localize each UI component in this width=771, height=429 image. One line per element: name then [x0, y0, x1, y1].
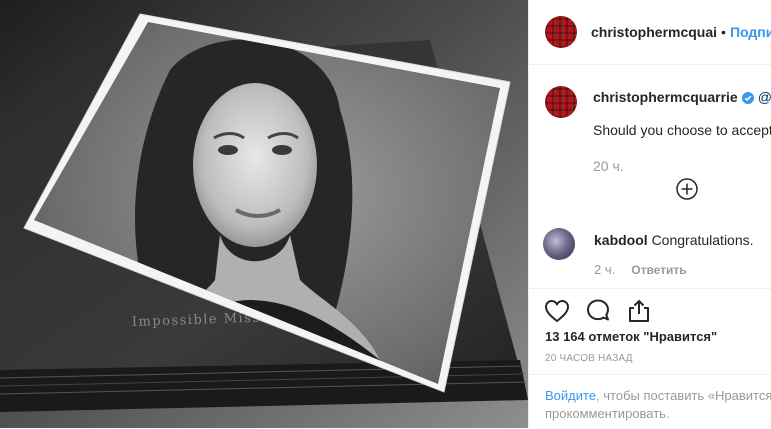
commenter-avatar[interactable] [543, 228, 575, 260]
follow-button[interactable]: Подписа [730, 24, 771, 40]
post-photo[interactable]: Impossible Mission For [0, 0, 528, 428]
author-username[interactable]: christophermcquai [591, 24, 717, 40]
comment-username[interactable]: kabdool [594, 232, 648, 248]
photo-canvas: Impossible Mission For [0, 0, 528, 428]
verified-badge-icon [741, 91, 754, 104]
login-prompt: Войдите, чтобы поставить «Нравится» прок… [529, 374, 771, 429]
reply-button[interactable]: Ответить [631, 263, 686, 277]
comment-icon[interactable] [584, 297, 612, 325]
comment-time[interactable]: 2 ч. [594, 262, 615, 277]
heart-icon[interactable] [543, 297, 571, 325]
login-link[interactable]: Войдите [545, 388, 596, 403]
post-actions: 13 164 отметок "Нравится" 20 ЧАСОВ НАЗАД [529, 288, 771, 364]
login-text: , чтобы поставить «Нравится» [596, 388, 771, 403]
load-more-icon[interactable] [675, 177, 699, 201]
post-sidebar: christophermcquai • Подписа christopherm… [528, 0, 771, 428]
comment-item: kabdool Congratulations. 2 ч. Ответить [529, 228, 771, 282]
caption-avatar[interactable] [545, 86, 577, 118]
post-caption: christophermcquarrie @we Should you choo… [529, 76, 771, 174]
caption-username[interactable]: christophermcquarrie [593, 89, 738, 105]
like-count[interactable]: 13 164 отметок "Нравится" [545, 329, 717, 344]
post-timestamp[interactable]: 20 ЧАСОВ НАЗАД [545, 353, 633, 364]
author-avatar[interactable] [545, 16, 577, 48]
login-text-2: прокомментировать. [545, 406, 670, 421]
header-separator: • [721, 24, 726, 40]
caption-text: Should you choose to accept... [593, 122, 771, 138]
comment-text: Congratulations. [651, 232, 754, 248]
caption-mention[interactable]: @we [758, 89, 771, 105]
post-header: christophermcquai • Подписа [529, 0, 771, 65]
caption-time[interactable]: 20 ч. [593, 158, 771, 174]
share-icon[interactable] [625, 297, 653, 325]
